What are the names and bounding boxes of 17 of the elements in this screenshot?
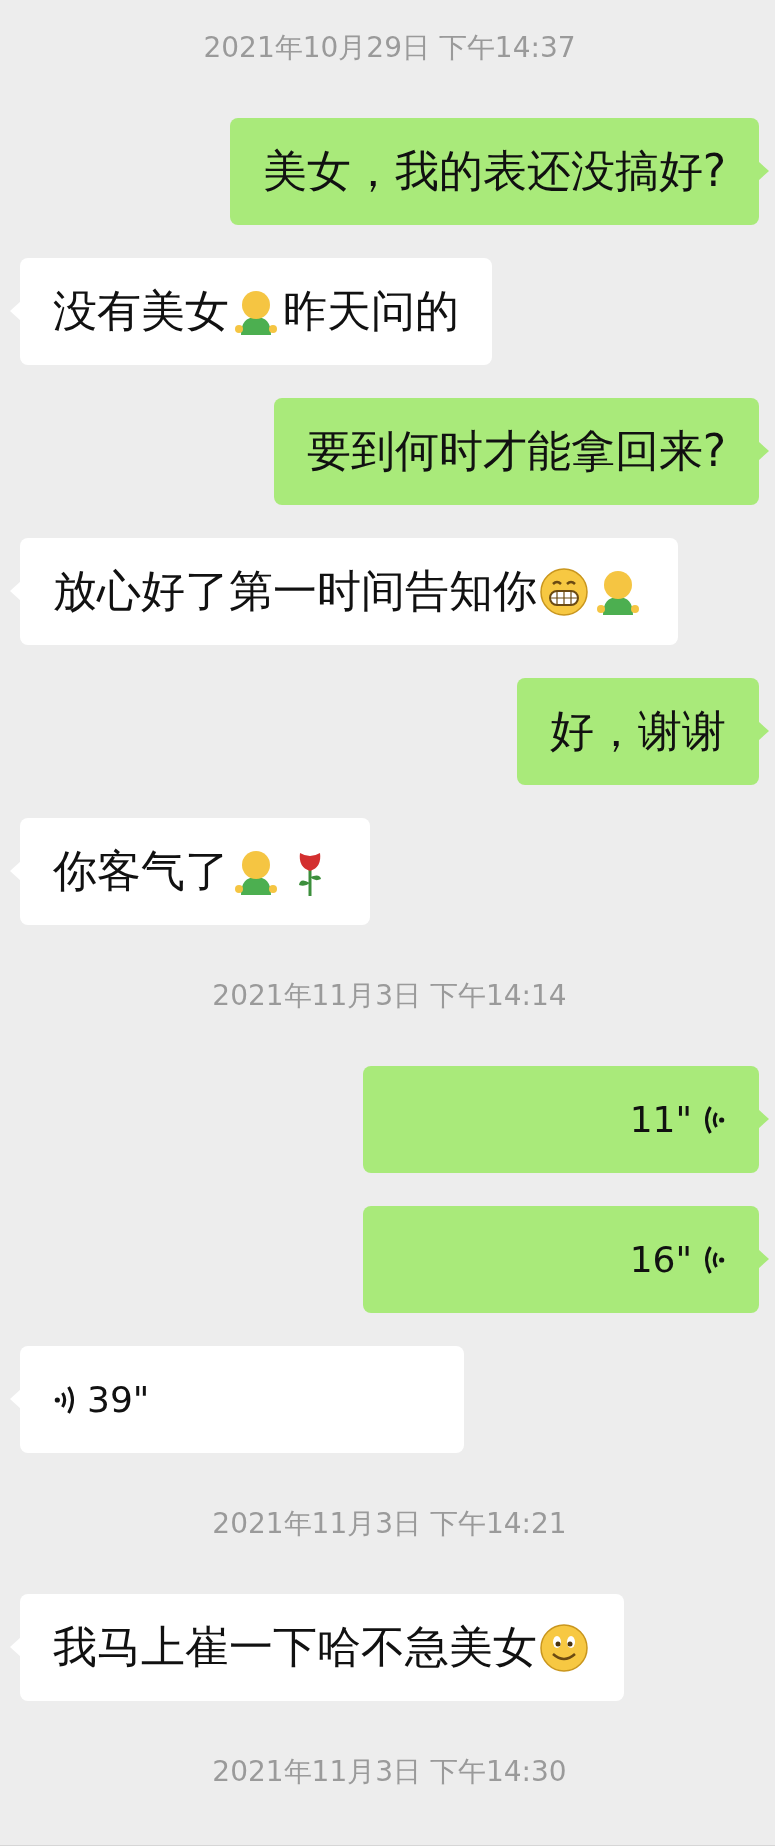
message-text: 放心好了第一时间告知你 [53,564,537,618]
timestamp: 2021年11月3日 下午14:21 [212,1505,567,1542]
voice-duration: 16" [629,1239,692,1280]
timestamp: 2021年10月29日 下午14:37 [203,29,576,66]
message-text: 没有美女 [53,284,229,338]
grin-emoji-icon [539,566,589,617]
message-text: 美女，我的表还没搞好? [262,144,726,198]
smile-emoji-icon [539,1622,589,1673]
message-text: 我马上崔一下哈不急美女 [53,1620,537,1674]
message-text: 昨天问的 [283,284,459,338]
timestamp: 2021年11月3日 下午14:14 [212,977,567,1014]
voice-duration: 39" [87,1379,150,1420]
voice-duration: 11" [629,1099,692,1140]
message-text: 要到何时才能拿回来? [306,424,726,478]
message-text: 好，谢谢 [550,704,726,758]
message-text: 你客气了 [53,844,229,898]
timestamp: 2021年11月3日 下午14:30 [212,1753,567,1790]
